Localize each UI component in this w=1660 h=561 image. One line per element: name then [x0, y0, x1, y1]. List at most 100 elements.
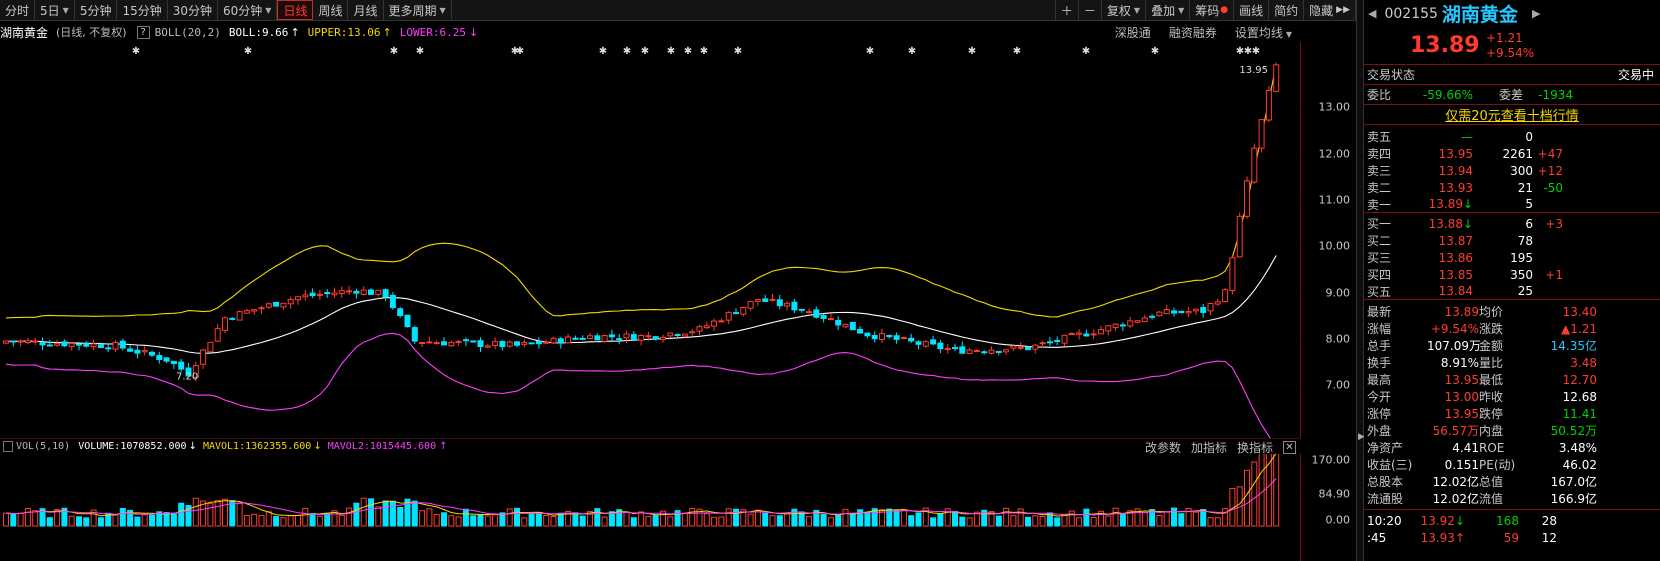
- draw-line-button[interactable]: 画线: [1234, 0, 1270, 20]
- tick-row: 10:20 13.92↓ 168 28: [1367, 513, 1557, 528]
- add-indicator-link[interactable]: 加指标: [1191, 439, 1227, 456]
- period-tab-intraday[interactable]: 分时: [0, 0, 36, 20]
- simple-mode-button[interactable]: 简约: [1269, 0, 1305, 20]
- volume-axis: 170.00 84.90 0.00: [1300, 454, 1356, 561]
- candle-body: [1119, 324, 1126, 327]
- period-tab-daily[interactable]: 日线: [277, 0, 314, 20]
- candle-body: [806, 311, 812, 314]
- candle-body: [207, 341, 214, 353]
- period-tab-5day[interactable]: 5日 ▼: [35, 0, 75, 20]
- prev-stock-icon[interactable]: ◀: [1368, 7, 1376, 20]
- volume-bar: [192, 497, 199, 527]
- close-icon[interactable]: ✕: [1283, 440, 1296, 454]
- hk-connect-link[interactable]: 深股通: [1115, 24, 1151, 41]
- candle-body: [1185, 311, 1192, 314]
- candle-body: [90, 343, 97, 348]
- candle-body: [499, 340, 506, 348]
- stat-label: 涨跌: [1479, 322, 1504, 336]
- price-tick: 7.00: [1325, 378, 1351, 392]
- trade-status-value: 交易中: [1617, 68, 1654, 82]
- candle-body: [170, 360, 177, 365]
- price-axis: 13.00 12.00 11.00 10.00 9.00 8.00 7.00: [1300, 42, 1356, 438]
- volume-bar: [638, 511, 645, 527]
- candlestick-chart[interactable]: ✱ ✱ ✱ ✱ ✱✱ ✱ ✱ ✱ ✱ ✱ ✱ ✱ ✱ ✱ ✱ ✱ ✱ ✱ ✱ ✱ ✱13.957.20: [0, 42, 1300, 438]
- candle-body: [601, 335, 608, 342]
- candle-body: [411, 327, 418, 342]
- volume-bar: [1244, 469, 1250, 527]
- stats-row: 净资产 4.41 ROE 3.48%: [1364, 439, 1660, 456]
- event-marker-icon: ✱: [866, 46, 874, 57]
- candle-body: [236, 311, 243, 321]
- volume-bar: [1119, 513, 1126, 527]
- expand-box-icon[interactable]: [3, 441, 13, 452]
- more-periods-dropdown[interactable]: 更多周期 ▼: [384, 0, 452, 20]
- hide-button[interactable]: 隐藏 ▶▶: [1304, 0, 1356, 20]
- candle-body: [389, 294, 396, 309]
- volume-bar: [864, 511, 871, 527]
- price-tick: 9.00: [1325, 286, 1351, 300]
- volume-bar: [711, 516, 718, 527]
- stat-label: 外盘: [1367, 424, 1392, 438]
- event-marker-icon: ✱: [684, 46, 692, 57]
- stat-value: 56.57万: [1432, 424, 1479, 438]
- candle-body: [521, 341, 528, 345]
- candle-body: [543, 341, 550, 344]
- level2-promo-link[interactable]: 仅需20元查看十档行情: [1364, 105, 1660, 125]
- candle-body: [1105, 325, 1112, 332]
- panel-splitter[interactable]: ▶: [1356, 0, 1365, 561]
- candle-body: [572, 337, 579, 340]
- volume-bar: [930, 517, 937, 527]
- candle-body: [944, 347, 951, 350]
- candle-body: [535, 340, 542, 345]
- event-marker-icon: ✱: [244, 46, 252, 57]
- candle-body: [302, 294, 309, 298]
- volume-bar: [32, 510, 39, 527]
- margin-trading-link[interactable]: 融资融券: [1169, 24, 1217, 41]
- switch-indicator-link[interactable]: 换指标: [1237, 439, 1273, 456]
- volume-bar: [594, 508, 601, 527]
- ma-settings-dropdown[interactable]: 设置均线 ▼: [1235, 24, 1292, 41]
- arrow-up-icon: ↑: [290, 25, 300, 39]
- candle-body: [1192, 308, 1199, 312]
- volume-bar: [492, 514, 499, 527]
- volume-bar: [550, 516, 557, 527]
- edit-params-link[interactable]: 改参数: [1145, 439, 1181, 456]
- period-tab-60min[interactable]: 60分钟 ▼: [218, 0, 278, 20]
- zoom-in-button[interactable]: ＋: [1054, 0, 1079, 20]
- candle-body: [112, 341, 119, 350]
- boll-indicator-name[interactable]: BOLL(20,2): [155, 26, 221, 39]
- zoom-out-button[interactable]: －: [1079, 0, 1102, 20]
- adjust-dropdown[interactable]: 复权 ▼: [1102, 0, 1147, 20]
- volume-value: VOLUME:1070852.000: [78, 441, 187, 452]
- volume-bar: [849, 512, 856, 527]
- candle-body: [733, 312, 739, 315]
- stat-value: 13.95: [1444, 406, 1479, 421]
- period-tab-5min[interactable]: 5分钟: [75, 0, 118, 20]
- candle-body: [608, 334, 615, 338]
- period-tab-monthly[interactable]: 月线: [348, 0, 384, 20]
- volume-chart[interactable]: [0, 454, 1300, 561]
- candle-body: [97, 344, 104, 349]
- arrow-down-icon: ↓: [1454, 513, 1465, 528]
- help-button[interactable]: ?: [136, 25, 150, 39]
- period-tab-weekly[interactable]: 周线: [313, 0, 349, 20]
- volume-bar: [1273, 454, 1280, 527]
- stats-row: 今开 13.00 昨收 12.68: [1364, 388, 1660, 405]
- stats-row: 换手 8.91% 量比 3.48: [1364, 354, 1660, 371]
- volume-bar: [528, 513, 535, 527]
- candle-body: [448, 341, 455, 347]
- volume-bar: [762, 512, 769, 527]
- volume-bar: [1156, 514, 1163, 527]
- period-tab-30min[interactable]: 30分钟: [168, 0, 219, 20]
- period-tab-15min[interactable]: 15分钟: [117, 0, 168, 20]
- vol-indicator-name[interactable]: VOL(5,10): [16, 441, 70, 452]
- candle-body: [616, 338, 623, 341]
- event-marker-icon: ✱: [667, 46, 675, 57]
- candle-body: [645, 335, 652, 338]
- chips-button[interactable]: 筹码 ●: [1190, 0, 1235, 20]
- next-stock-icon[interactable]: ▶: [1532, 7, 1540, 20]
- stat-label: 今开: [1367, 390, 1392, 404]
- overlay-dropdown[interactable]: 叠加 ▼: [1146, 0, 1191, 20]
- volume-bar: [506, 508, 513, 527]
- arrow-down-icon: ↓: [1463, 197, 1474, 211]
